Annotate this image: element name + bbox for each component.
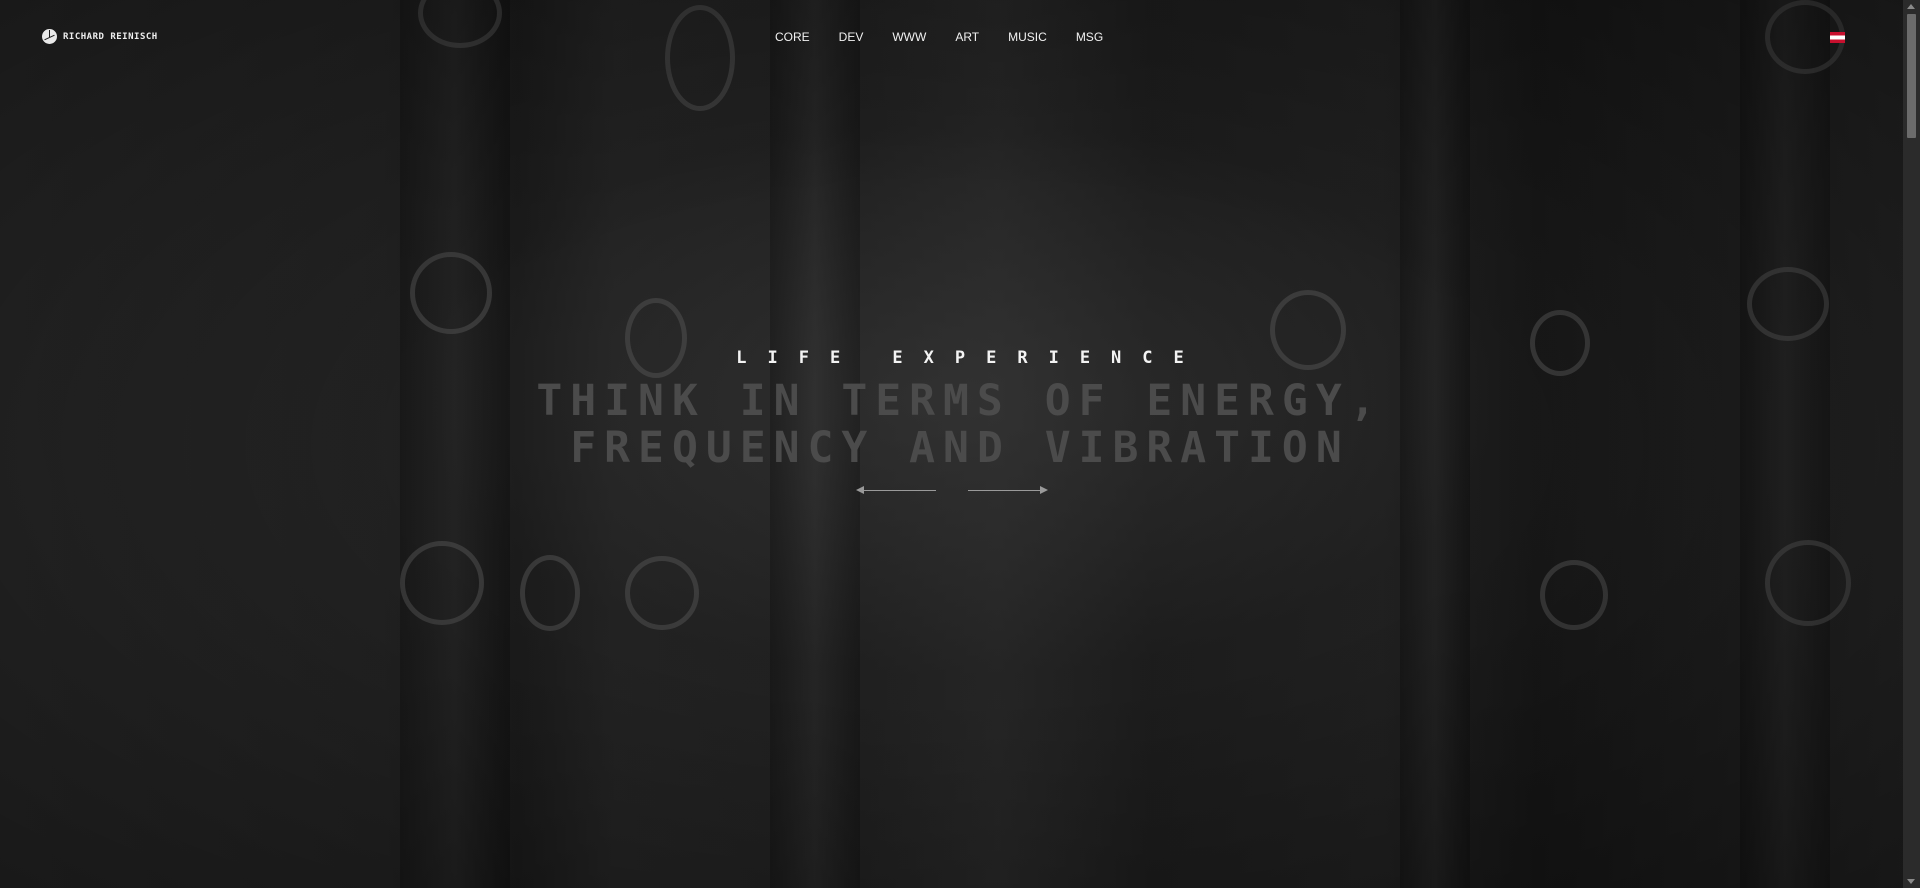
nav-item-art[interactable]: ART: [955, 30, 979, 44]
scrollbar-thumb[interactable]: [1907, 14, 1916, 138]
logo-text: RICHARD REINISCH: [63, 31, 158, 42]
arrow-right-icon[interactable]: [968, 484, 1048, 496]
hero-subtitle: LIFE EXPERIENCE: [736, 348, 1205, 368]
nav-item-dev[interactable]: DEV: [839, 30, 864, 44]
austria-flag-icon[interactable]: [1830, 32, 1845, 43]
globe-logo-icon: [42, 29, 57, 44]
page: RICHARD REINISCH CORE DEV WWW ART MUSIC …: [0, 0, 1920, 888]
site-logo[interactable]: RICHARD REINISCH: [42, 29, 158, 44]
hero-headline-line-1: THINK IN TERMS OF ENERGY,: [536, 376, 1384, 426]
hero-headline: THINK IN TERMS OF ENERGY, FREQUENCY AND …: [0, 378, 1920, 472]
nav-item-www[interactable]: WWW: [892, 30, 926, 44]
slider-controls: [856, 484, 1048, 496]
arrow-left-icon[interactable]: [856, 484, 936, 496]
hero-headline-line-2: FREQUENCY AND VIBRATION: [570, 423, 1350, 473]
scroll-down-icon[interactable]: [1907, 879, 1915, 884]
nav-item-music[interactable]: MUSIC: [1008, 30, 1047, 44]
nav-item-msg[interactable]: MSG: [1076, 30, 1103, 44]
main-nav: CORE DEV WWW ART MUSIC MSG: [775, 30, 1132, 44]
scroll-up-icon[interactable]: [1907, 4, 1915, 9]
page-scrollbar[interactable]: [1903, 0, 1920, 888]
nav-item-core[interactable]: CORE: [775, 30, 810, 44]
